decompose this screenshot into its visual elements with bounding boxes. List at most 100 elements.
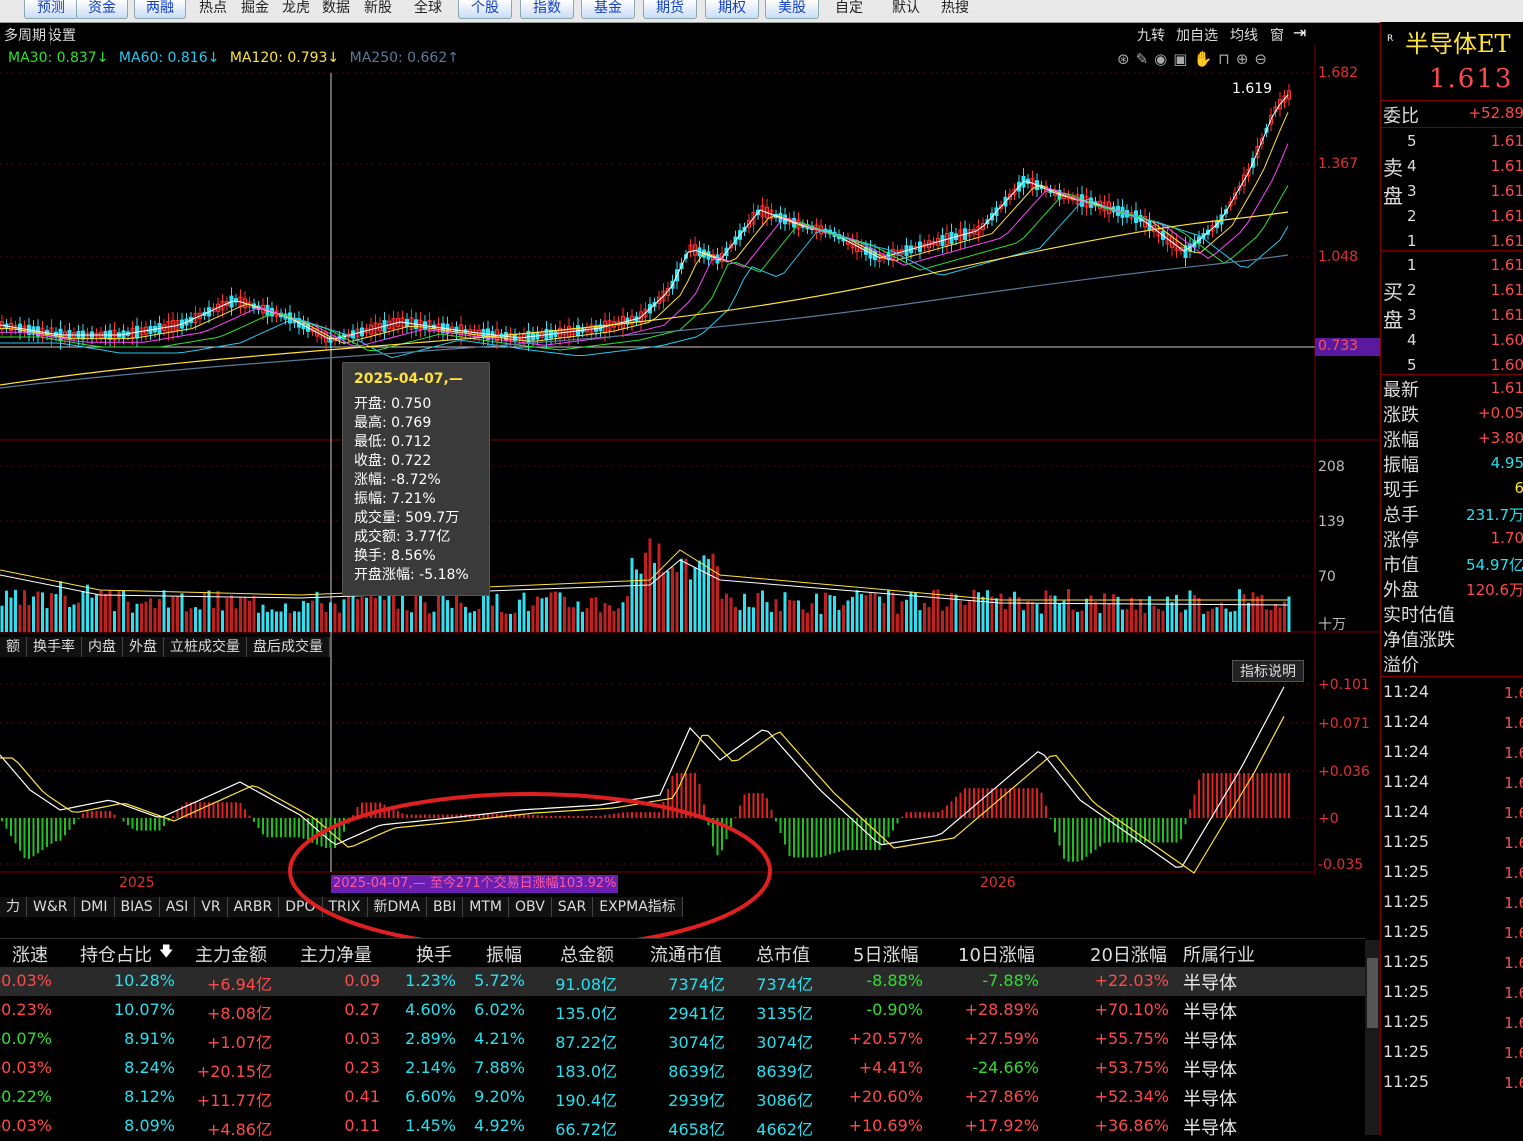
volume-bar [995, 598, 998, 632]
nav-button[interactable]: 全球 [410, 0, 446, 19]
volume-bar [1206, 611, 1210, 632]
volume-bar [387, 591, 391, 632]
window-button[interactable]: 窗 [1270, 25, 1284, 45]
volume-bar [1134, 609, 1138, 632]
table-row[interactable]: -0.07% 8.91% +1.07亿 0.03 2.89% 4.21% 87.22亿 307… [0, 1025, 1365, 1054]
stock-table: 涨速 持仓占比 主力金额 主力净量 换手 振幅 总金额 流通市值 总市值 5日涨幅 10日涨幅 20日… [0, 938, 1365, 1139]
volume-bar [459, 602, 463, 632]
jiuzhuan-button[interactable]: 九转 [1137, 25, 1165, 45]
nav-button[interactable]: 基金 [581, 0, 635, 19]
column-header[interactable]: 持仓占比 [80, 941, 152, 967]
volume-bar [203, 592, 206, 632]
ma-lines-button[interactable]: 均线 [1230, 25, 1258, 45]
nav-button[interactable]: 个股 [458, 0, 512, 19]
volume-bar [842, 605, 845, 632]
tab-turnover[interactable]: 换手率 [27, 637, 82, 657]
order-book-row: 3 1.61 [1407, 182, 1523, 200]
pin-icon[interactable]: ⇥ [1293, 23, 1306, 42]
nav-button[interactable]: 默认 [888, 0, 924, 19]
nav-button[interactable]: 自定 [831, 0, 867, 19]
nav-button[interactable]: 龙虎 [278, 0, 314, 19]
column-header[interactable]: 换手 [416, 941, 452, 967]
indicator-tab[interactable]: 力 [0, 897, 27, 917]
tab-inner[interactable]: 内盘 [82, 637, 123, 657]
nav-button[interactable]: 美股 [765, 0, 819, 19]
column-header[interactable]: 10日涨幅 [958, 941, 1035, 967]
column-header[interactable]: 主力净量 [300, 941, 372, 967]
column-header[interactable]: 所属行业 [1183, 941, 1255, 967]
volume-bar [437, 595, 440, 632]
volume-bar [1040, 613, 1043, 632]
table-row[interactable]: -0.03% 8.24% +20.15亿 0.23 2.14% 7.88% 183.0亿 86… [0, 1054, 1365, 1083]
tick-row: 11:241.6 [1383, 802, 1523, 822]
indicator-tab[interactable]: W&R [27, 897, 75, 917]
tab-amount[interactable]: 额 [0, 637, 27, 657]
column-header[interactable]: 20日涨幅 [1090, 941, 1167, 967]
nav-button[interactable]: 热点 [195, 0, 231, 19]
annotation-ellipse [288, 792, 772, 950]
indicator-tab[interactable]: ASI [159, 897, 196, 917]
table-row[interactable]: -0.03% 10.28% +6.94亿 0.09 1.23% 5.72% 91.08亿 73… [0, 967, 1365, 996]
nav-button[interactable]: 掘金 [237, 0, 273, 19]
volume-bar [18, 604, 22, 632]
table-cell: 8.09% [124, 1116, 175, 1135]
table-scrollbar[interactable] [1365, 940, 1380, 1135]
table-row[interactable]: -0.23% 10.07% +8.08亿 0.27 4.60% 6.02% 135.0亿 29… [0, 996, 1365, 1025]
nav-button[interactable]: 期货 [643, 0, 697, 19]
nav-button[interactable]: 新股 [360, 0, 396, 19]
tooltip-line: 收盘: 0.722 [354, 453, 432, 469]
nav-button[interactable]: 期权 [705, 0, 759, 19]
nav-button[interactable]: 两融 [134, 0, 186, 19]
volume-bar [882, 602, 886, 632]
column-header[interactable]: 总市值 [756, 941, 810, 967]
kline-chart[interactable] [0, 45, 1380, 875]
column-header[interactable]: 涨速 [12, 941, 48, 967]
volume-bar [963, 604, 967, 632]
ma120-line [0, 211, 1289, 386]
nav-button[interactable]: 指数 [520, 0, 574, 19]
volume-bar [432, 611, 436, 632]
add-watchlist-button[interactable]: 加自选 [1176, 25, 1218, 45]
volume-bar [266, 611, 269, 632]
volume-bar [5, 590, 8, 632]
volume-bar [185, 611, 188, 632]
table-cell: 183.0亿 [555, 1062, 617, 1081]
column-header[interactable]: 主力金额 [195, 941, 267, 967]
nav-button[interactable]: 热搜 [937, 0, 973, 19]
nav-button[interactable]: 数据 [318, 0, 354, 19]
column-header[interactable]: 流通市值 [650, 941, 722, 967]
tick-row: 11:241.6 [1383, 742, 1523, 762]
table-cell: 半导体 [1183, 973, 1237, 994]
nav-button[interactable]: 预测 [24, 0, 78, 19]
settings-button[interactable]: 设置 [44, 25, 80, 45]
volume-bar [230, 595, 233, 632]
indicator-tab[interactable]: VR [195, 897, 228, 917]
volume-bar [446, 600, 449, 632]
volume-tabs: 额换手率 内盘 外盘 立桩成交量 盘后成交量 [0, 636, 330, 658]
nav-button[interactable]: 资金 [76, 0, 128, 19]
indicator-explain-button[interactable]: 指标说明 [1232, 660, 1304, 682]
volume-bar [1058, 604, 1061, 632]
tab-after-hours-volume[interactable]: 盘后成交量 [247, 637, 330, 657]
volume-bar [180, 593, 184, 632]
column-header[interactable]: 5日涨幅 [853, 941, 918, 967]
volume-bar [815, 593, 818, 632]
table-row[interactable]: -0.03% 8.09% +4.86亿 0.11 1.45% 4.92% 66.72亿 465… [0, 1112, 1365, 1141]
volume-bar [1161, 610, 1165, 632]
volume-bar [1211, 608, 1214, 632]
volume-bar [810, 603, 814, 632]
volume-bar [1143, 612, 1147, 632]
volume-bar [1031, 601, 1034, 632]
table-row[interactable]: -0.22% 8.12% +11.77亿 0.41 6.60% 9.20% 190.4亿 29… [0, 1083, 1365, 1112]
tab-outer[interactable]: 外盘 [123, 637, 164, 657]
tab-pile-volume[interactable]: 立桩成交量 [164, 637, 247, 657]
column-header[interactable]: 振幅 [486, 941, 522, 967]
table-cell: +8.08亿 [206, 1004, 272, 1023]
indicator-tab[interactable]: DMI [74, 897, 115, 917]
indicator-tab[interactable]: ARBR [227, 897, 280, 917]
table-header: 涨速 持仓占比 主力金额 主力净量 换手 振幅 总金额 流通市值 总市值 5日涨幅 10日涨幅 20日… [0, 939, 1365, 967]
indicator-tab[interactable]: BIAS [114, 897, 160, 917]
volume-bar [720, 598, 724, 632]
column-header[interactable]: 总金额 [560, 941, 614, 967]
volume-bar [23, 590, 26, 632]
